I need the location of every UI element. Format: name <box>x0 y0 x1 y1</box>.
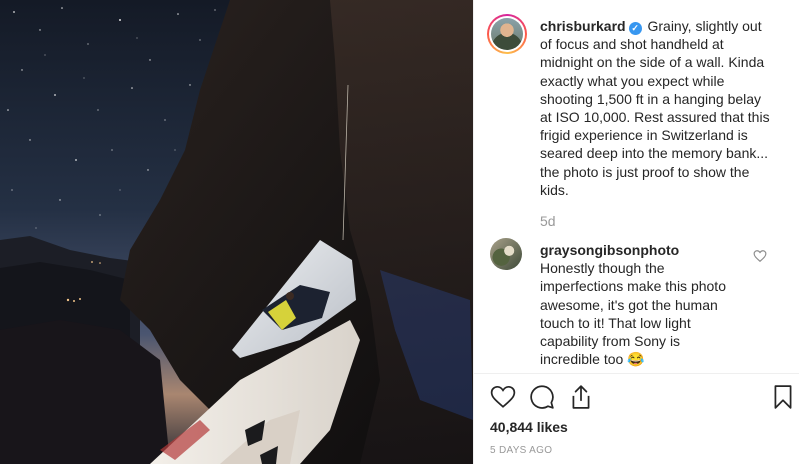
comment-icon[interactable] <box>529 384 555 410</box>
comment-like-heart-icon[interactable] <box>753 249 767 263</box>
share-icon[interactable] <box>568 384 594 410</box>
post-caption: chrisburkard ✓ Grainy, slightly out of fo… <box>540 17 776 199</box>
heart-icon[interactable] <box>490 384 516 410</box>
laughing-emoji: 😂 <box>627 351 645 368</box>
author-username[interactable]: chrisburkard <box>540 18 626 34</box>
night-cliff-photo <box>0 0 473 464</box>
bookmark-icon[interactable] <box>770 384 796 410</box>
comment: graysongibsonphoto Honestly though the i… <box>540 241 736 368</box>
author-avatar-image <box>491 18 523 50</box>
commenter-username[interactable]: graysongibsonphoto <box>540 242 679 258</box>
caption-timestamp[interactable]: 5d <box>540 213 556 229</box>
post-photo[interactable] <box>0 0 473 464</box>
caption-text: Grainy, slightly out of focus and shot h… <box>540 18 770 198</box>
actions-divider <box>474 373 799 374</box>
author-avatar[interactable] <box>487 14 527 54</box>
likes-count[interactable]: 40,844 likes <box>490 419 568 435</box>
verified-badge-icon: ✓ <box>628 22 642 35</box>
post-date[interactable]: 5 DAYS AGO <box>490 445 552 456</box>
commenter-avatar[interactable] <box>490 238 522 270</box>
